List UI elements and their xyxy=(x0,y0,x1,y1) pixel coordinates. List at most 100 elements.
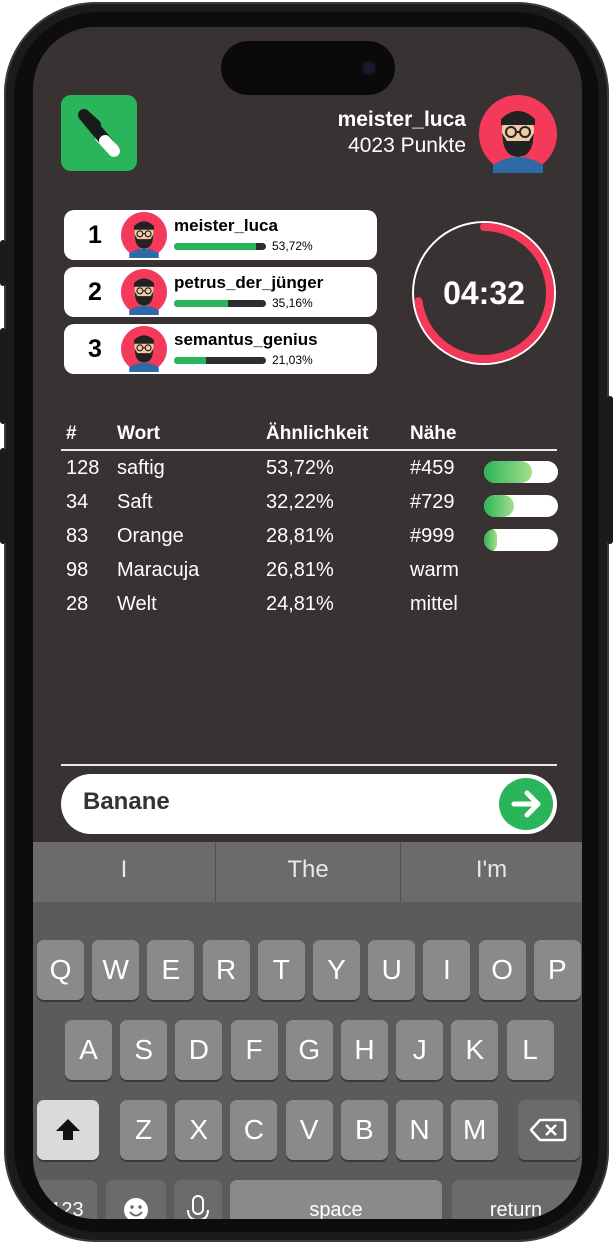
table-body: 128 saftig 53,72% #459 34 Saft 32,22% #729 83 Ora… xyxy=(61,455,558,625)
input-divider xyxy=(61,764,557,766)
similarity-bar-fill xyxy=(174,243,257,250)
key-a[interactable]: A xyxy=(65,1020,112,1080)
table-row: 34 Saft 32,22% #729 xyxy=(61,489,558,523)
key-w[interactable]: W xyxy=(92,940,140,1000)
shift-icon xyxy=(56,1119,80,1140)
microphone-icon xyxy=(187,1195,209,1219)
key-s[interactable]: S xyxy=(120,1020,168,1080)
user-avatar[interactable] xyxy=(479,95,557,173)
numbers-key[interactable]: 123 xyxy=(37,1180,97,1219)
key-j[interactable]: J xyxy=(396,1020,444,1080)
mic-key[interactable] xyxy=(174,1180,222,1219)
cell-similarity: 28,81% xyxy=(266,525,334,547)
leaderboard-entry[interactable]: 2 petrus_der_jünger 35,16% xyxy=(64,267,377,317)
key-f[interactable]: F xyxy=(230,1020,278,1080)
similarity-bar-fill xyxy=(174,357,207,364)
cell-word: saftig xyxy=(117,457,165,479)
cell-word: Orange xyxy=(117,525,184,547)
keyboard: I The I'm 123 space return Q W E R T Y U… xyxy=(33,842,582,1219)
send-button[interactable] xyxy=(499,778,553,830)
app-logo[interactable] xyxy=(61,95,137,171)
proximity-bar-fill xyxy=(484,461,533,483)
player-avatar xyxy=(121,326,167,372)
dynamic-island xyxy=(221,41,395,95)
key-h[interactable]: H xyxy=(341,1020,388,1080)
proximity-bar xyxy=(484,495,558,517)
volume-up-button xyxy=(0,328,6,424)
volume-down-button xyxy=(0,448,6,544)
proximity-bar-fill xyxy=(484,529,498,551)
proximity-bar-fill xyxy=(484,495,514,517)
return-key[interactable]: return xyxy=(452,1180,580,1219)
cell-proximity: #729 xyxy=(410,491,455,513)
guess-table: # Wort Ähnlichkeit Nähe 128 saftig 53,72% #… xyxy=(61,421,558,625)
cell-proximity: warm xyxy=(410,559,459,581)
key-p[interactable]: P xyxy=(533,940,581,1000)
player-name: petrus_der_jünger xyxy=(174,273,324,292)
key-i[interactable]: I xyxy=(423,940,471,1000)
header-word: Wort xyxy=(117,423,160,444)
avatar-icon xyxy=(121,326,167,372)
header-similarity: Ähnlichkeit xyxy=(266,423,369,444)
timer-text: 04:32 xyxy=(443,275,525,311)
key-u[interactable]: U xyxy=(368,940,416,1000)
key-l[interactable]: L xyxy=(506,1020,554,1080)
cell-similarity: 32,22% xyxy=(266,491,334,513)
key-n[interactable]: N xyxy=(396,1100,443,1160)
player-name: meister_luca xyxy=(174,216,278,235)
player-avatar xyxy=(121,269,167,315)
key-z[interactable]: Z xyxy=(120,1100,167,1160)
cell-word: Maracuja xyxy=(117,559,200,581)
similarity-bar xyxy=(174,357,266,364)
table-row: 128 saftig 53,72% #459 xyxy=(61,455,558,489)
table-row: 28 Welt 24,81% mittel xyxy=(61,591,557,625)
guess-input[interactable]: Banane xyxy=(61,774,557,834)
suggestion-3[interactable]: I'm xyxy=(401,842,582,902)
key-b[interactable]: B xyxy=(340,1100,388,1160)
space-key[interactable]: space xyxy=(230,1180,442,1219)
similarity-bar xyxy=(174,300,266,307)
key-d[interactable]: D xyxy=(175,1020,223,1080)
proximity-bar xyxy=(484,461,558,483)
user-info: meister_luca 4023 Punkte xyxy=(338,107,466,159)
username: meister_luca xyxy=(337,108,466,131)
leaderboard-entry[interactable]: 3 semantus_genius 21,03% xyxy=(64,324,377,374)
header-num: # xyxy=(66,423,77,444)
cell-similarity: 26,81% xyxy=(266,559,334,581)
rank-number: 2 xyxy=(88,278,102,306)
avatar-icon xyxy=(121,212,167,258)
shift-key[interactable] xyxy=(37,1100,99,1160)
similarity-bar-fill xyxy=(174,300,228,307)
key-t[interactable]: T xyxy=(257,940,305,1000)
key-g[interactable]: G xyxy=(285,1020,333,1080)
player-name: semantus_genius xyxy=(174,330,318,349)
rank-number: 1 xyxy=(88,221,102,249)
player-percent: 21,03% xyxy=(272,353,313,367)
cell-proximity: #459 xyxy=(410,457,455,479)
key-c[interactable]: C xyxy=(230,1100,278,1160)
table-row: 98 Maracuja 26,81% warm xyxy=(61,557,557,591)
key-o[interactable]: O xyxy=(478,940,526,1000)
key-x[interactable]: X xyxy=(175,1100,223,1160)
cell-proximity: #999 xyxy=(410,525,455,547)
cell-similarity: 24,81% xyxy=(266,593,334,615)
avatar-icon xyxy=(121,269,167,315)
backspace-key[interactable] xyxy=(518,1100,580,1160)
rank-number: 3 xyxy=(88,335,102,363)
key-y[interactable]: Y xyxy=(313,940,360,1000)
key-v[interactable]: V xyxy=(285,1100,333,1160)
suggestion-2[interactable]: The xyxy=(216,842,400,902)
key-q[interactable]: Q xyxy=(37,940,84,1000)
leaderboard-entry[interactable]: 1 meister_luca 53,72% xyxy=(64,210,377,260)
avatar-icon xyxy=(479,95,557,173)
guess-input-value: Banane xyxy=(83,788,170,815)
player-percent: 53,72% xyxy=(272,239,313,253)
suggestion-1[interactable]: I xyxy=(33,842,215,902)
user-points: 4023 Punkte xyxy=(348,134,466,157)
emoji-key[interactable] xyxy=(106,1180,166,1219)
key-r[interactable]: R xyxy=(202,940,250,1000)
key-k[interactable]: K xyxy=(451,1020,499,1080)
key-m[interactable]: M xyxy=(451,1100,499,1160)
key-e[interactable]: E xyxy=(147,940,195,1000)
backspace-icon xyxy=(529,1118,567,1142)
